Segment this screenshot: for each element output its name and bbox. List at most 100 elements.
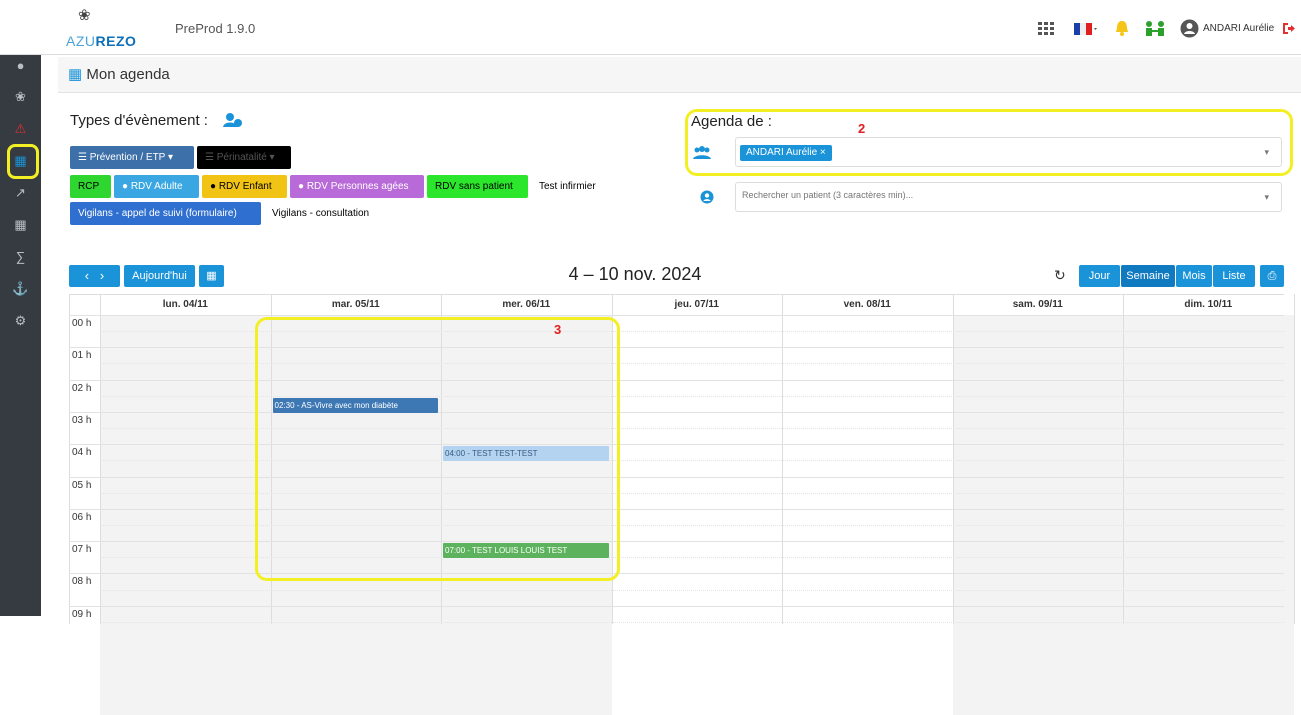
day-header: jeu. 07/11: [674, 299, 719, 310]
connections-icon[interactable]: [1145, 20, 1165, 38]
hour-label: 08 h: [72, 576, 92, 588]
patient-icon: [700, 190, 714, 204]
day-header: mar. 05/11: [331, 299, 380, 310]
view-mois-button[interactable]: Mois: [1176, 265, 1212, 287]
day-header: mer. 06/11: [502, 299, 551, 310]
sidebar: ● ❀ ⚠ ▦ ↗ ▦ ∑ ⚓ ⚙: [0, 55, 41, 616]
app-version: PreProd 1.9.0: [175, 21, 256, 36]
tag-rcp[interactable]: RCP: [70, 175, 111, 198]
grid-left-line: [69, 294, 70, 624]
apps-grid-icon[interactable]: [1038, 22, 1054, 36]
sidebar-anchor-icon[interactable]: ⚓: [0, 278, 41, 300]
hour-label: 07 h: [72, 544, 92, 556]
hour-label: 09 h: [72, 608, 92, 620]
app-logo[interactable]: ❀ AZUREZO: [66, 6, 136, 50]
refresh-icon[interactable]: ↻: [1054, 267, 1066, 284]
calendar-title: 4 – 10 nov. 2024: [568, 264, 702, 284]
hour-label: 03 h: [72, 414, 92, 426]
grid-col-line: [1123, 294, 1124, 624]
user-avatar-icon[interactable]: [1180, 19, 1199, 38]
calendar-icon: ▦: [206, 270, 217, 282]
annotation-2: 2: [858, 121, 866, 136]
patient-search-input[interactable]: [742, 190, 1242, 200]
hour-label: 00 h: [72, 318, 92, 329]
prev-arrow-icon[interactable]: ‹: [85, 268, 89, 283]
language-flag-icon[interactable]: [1074, 22, 1100, 36]
events-highlight: [255, 317, 620, 581]
users-group-icon: [693, 146, 711, 160]
dropdown-perinatalite[interactable]: ☰ Périnatalité ▾: [197, 146, 291, 169]
today-button[interactable]: Aujourd'hui: [124, 265, 195, 287]
day-shade: [100, 315, 271, 715]
selected-user-chip[interactable]: ANDARI Aurélie ×: [740, 145, 832, 161]
view-semaine-button[interactable]: Semaine: [1121, 265, 1175, 287]
tag-rdv-adulte[interactable]: ● RDV Adulte: [114, 175, 199, 198]
hour-line: [69, 573, 1284, 575]
add-user-icon[interactable]: [223, 112, 243, 128]
hour-line: [69, 541, 1284, 543]
sidebar-settings-icon[interactable]: ⚙: [0, 310, 41, 332]
hour-line: [69, 379, 1284, 381]
half-hour-line: [100, 621, 1284, 623]
tag-test-infirmier[interactable]: Test infirmier: [531, 175, 621, 198]
bell-icon[interactable]: [1113, 19, 1131, 37]
hour-label: 01 h: [72, 350, 92, 362]
grid-col-line: [952, 294, 954, 624]
hour-line: [69, 508, 1284, 510]
sidebar-user-icon[interactable]: ●: [0, 55, 41, 77]
hour-line: [69, 347, 1284, 349]
layers-icon: ☰: [205, 152, 214, 163]
sidebar-logo-icon[interactable]: ❀: [0, 86, 41, 108]
hour-line: [69, 476, 1284, 478]
view-liste-button[interactable]: Liste: [1213, 265, 1255, 287]
top-bar: ❀ AZUREZO PreProd 1.9.0 ANDARI Aurélie: [0, 0, 1301, 55]
print-icon: ⎙: [1267, 270, 1277, 282]
day-header: dim. 10/11: [1184, 299, 1233, 310]
annotation-3: 3: [554, 322, 562, 337]
calendar-icon: ▦: [68, 66, 83, 83]
next-arrow-icon[interactable]: ›: [100, 268, 104, 283]
print-button[interactable]: ⎙: [1260, 265, 1284, 287]
agenda-user-select[interactable]: ANDARI Aurélie × ▾: [735, 137, 1282, 167]
tag-vigilans-appel[interactable]: Vigilans - appel de suivi (formulaire): [70, 202, 261, 225]
view-jour-button[interactable]: Jour: [1079, 265, 1120, 287]
hour-line: [69, 605, 1284, 607]
hour-label: 04 h: [72, 447, 92, 459]
day-header: ven. 08/11: [843, 299, 891, 310]
sidebar-calendar-highlight: [7, 144, 39, 179]
grid-col-line: [1293, 294, 1295, 624]
hour-label: 02 h: [72, 382, 92, 394]
hour-line: [69, 315, 1284, 316]
day-header: sam. 09/11: [1012, 299, 1063, 310]
sidebar-table-icon[interactable]: ▦: [0, 214, 41, 236]
tag-rdv-enfant[interactable]: ● RDV Enfant: [202, 175, 287, 198]
logout-icon[interactable]: [1281, 21, 1296, 36]
tag-vigilans-consultation[interactable]: Vigilans - consultation: [264, 202, 389, 225]
layers-icon: ☰: [78, 152, 87, 163]
day-header: lun. 04/11: [162, 299, 208, 310]
logo-mark-icon: ❀: [78, 7, 91, 24]
hour-line: [69, 411, 1284, 413]
grid-col-line: [782, 294, 783, 624]
sidebar-stats-icon[interactable]: ∑: [0, 246, 41, 268]
tag-rdv-personnes-agees[interactable]: ● RDV Personnes agées: [290, 175, 424, 198]
dropdown-prevention[interactable]: ☰ Prévention / ETP ▾: [70, 146, 194, 169]
hour-label: 06 h: [72, 511, 92, 523]
prev-next-group[interactable]: ‹ ›: [69, 265, 120, 287]
chip-remove-icon[interactable]: ×: [820, 147, 826, 158]
day-shade: [952, 315, 1123, 715]
tag-rdv-sans-patient[interactable]: RDV sans patient: [427, 175, 528, 198]
sidebar-alert-icon[interactable]: ⚠: [0, 118, 41, 140]
hour-line: [69, 444, 1284, 446]
chevron-down-icon[interactable]: ▾: [1264, 192, 1269, 203]
patient-search-select[interactable]: ▾: [735, 182, 1282, 212]
logo-text: AZUREZO: [66, 33, 137, 49]
half-hour-line: [100, 589, 1284, 591]
chevron-down-icon[interactable]: ▾: [1264, 147, 1269, 158]
date-picker-button[interactable]: ▦: [199, 265, 224, 287]
hour-label: 05 h: [72, 479, 92, 491]
grid-col-line: [100, 294, 101, 624]
sidebar-chart-icon[interactable]: ↗: [0, 182, 41, 204]
page-title: Mon agenda: [86, 66, 170, 83]
user-name[interactable]: ANDARI Aurélie: [1203, 23, 1274, 34]
